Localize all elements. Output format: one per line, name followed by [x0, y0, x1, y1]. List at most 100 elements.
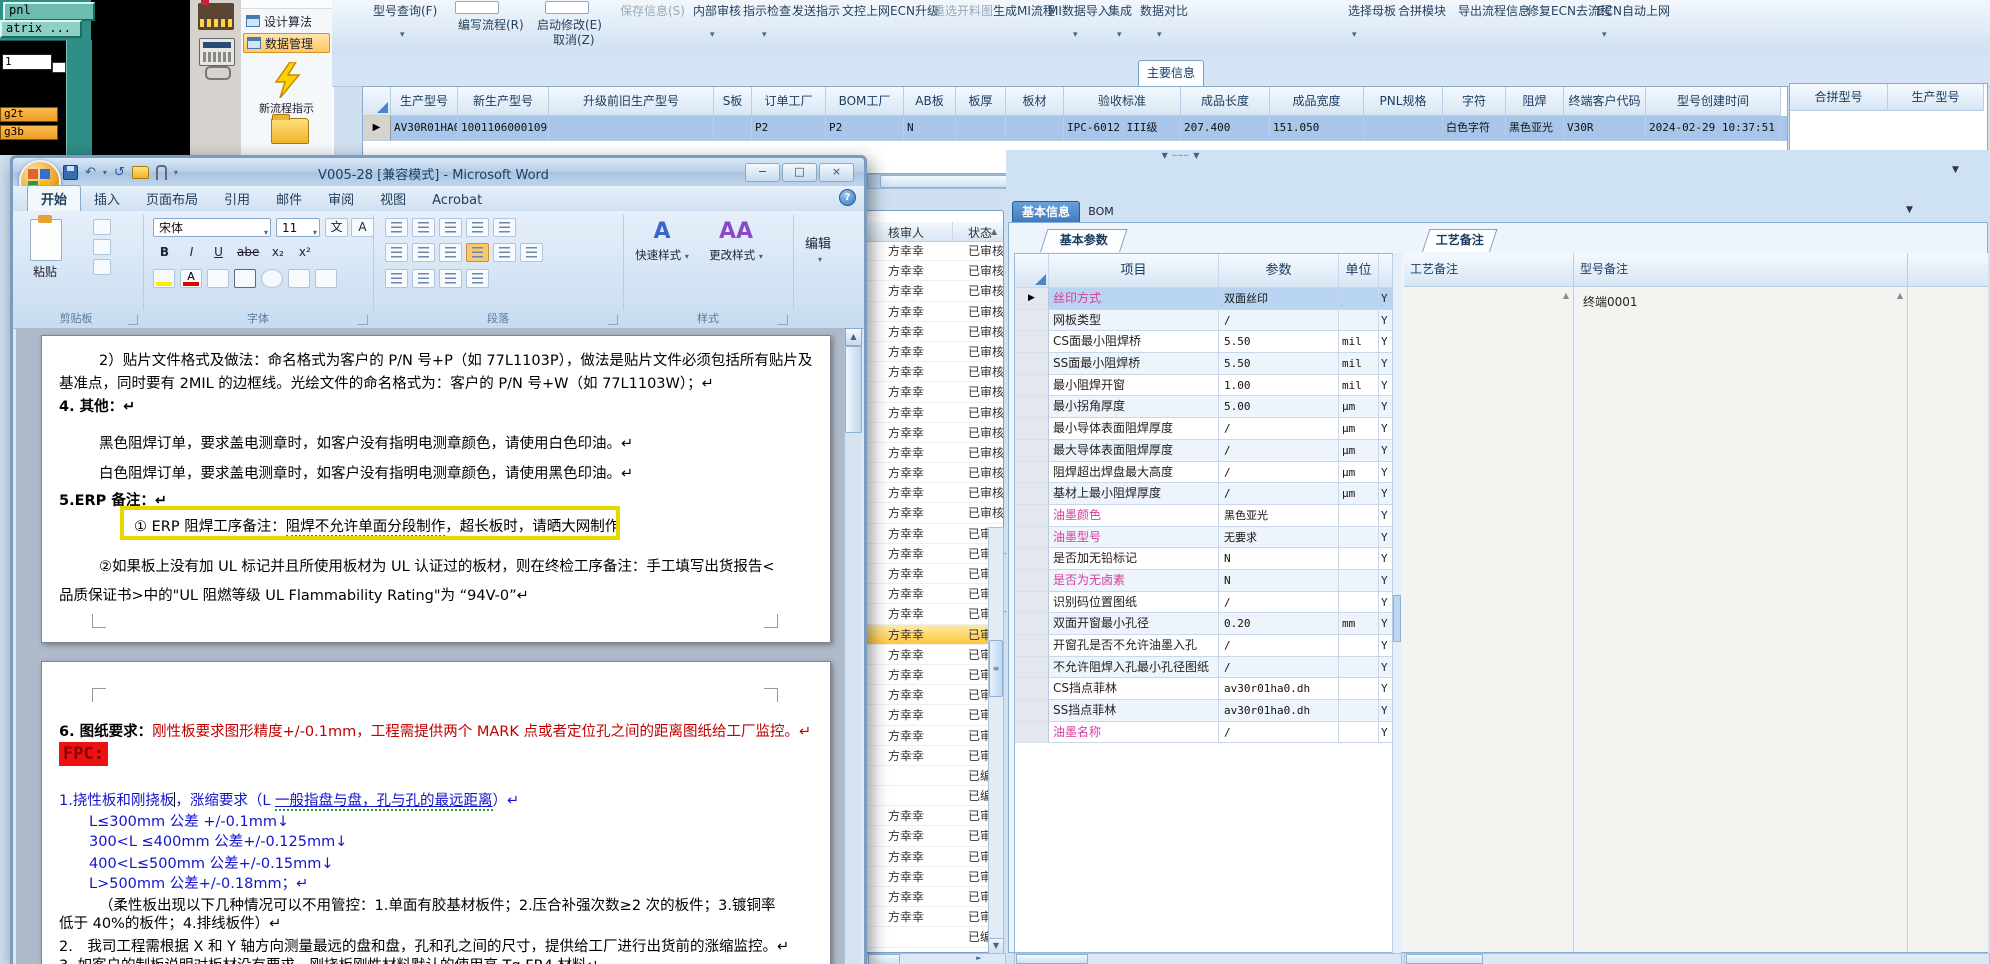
remarks-hscrollbar[interactable]: [1404, 953, 1990, 964]
param-value-cell[interactable]: /: [1219, 635, 1339, 657]
params-row-selector[interactable]: [1015, 353, 1049, 375]
dropdown-arrow-icon[interactable]: ▼: [1952, 165, 1959, 175]
word-vscrollbar-thumb[interactable]: [845, 346, 862, 433]
character-border-button[interactable]: [234, 269, 256, 288]
param-value-cell[interactable]: /: [1219, 309, 1339, 332]
grid-cell[interactable]: 2024-02-29 10:37:51: [1646, 116, 1781, 141]
ribbon-tab[interactable]: 审阅: [315, 186, 367, 211]
params-table-row[interactable]: SS面最小阻焊桥 5.50 mil Y: [1015, 353, 1399, 375]
grid-cell[interactable]: P2: [752, 116, 826, 141]
status-column-header[interactable]: 状态: [968, 224, 992, 241]
grid-column-header[interactable]: 阻焊: [1506, 87, 1564, 116]
param-item-cell[interactable]: 油墨颜色: [1049, 504, 1219, 527]
help-icon[interactable]: ?: [839, 189, 856, 206]
review-vscrollbar-thumb[interactable]: ≡: [989, 640, 1003, 697]
param-value-cell[interactable]: 5.00: [1219, 396, 1339, 419]
ribbon-tab[interactable]: 视图: [367, 186, 419, 211]
review-list-item[interactable]: 方幸幸 已审核: [867, 362, 1003, 383]
grow-font-button[interactable]: [288, 269, 310, 288]
change-styles-button[interactable]: AA 更改样式 ▾: [705, 217, 767, 275]
grid-cell[interactable]: 白色字符: [1443, 116, 1506, 141]
review-list-item[interactable]: 方幸幸 已审核: [867, 584, 1003, 605]
param-value-cell[interactable]: N: [1219, 569, 1339, 592]
document-page-2[interactable]: 6. 图纸要求：刚性板要求图形精度+/-0.1mm，工程需提供两个 MARK 点…: [41, 661, 831, 964]
param-value-cell[interactable]: 无要求: [1219, 526, 1339, 549]
font-size-combo[interactable]: 11 ▾: [276, 218, 320, 237]
grid-cell[interactable]: [1364, 116, 1443, 141]
dropdown-arrow-icon[interactable]: ▾: [1352, 30, 1357, 40]
grid-cell[interactable]: IPC-6012 III级: [1064, 116, 1181, 141]
params-row-selector[interactable]: [1015, 331, 1049, 354]
align-left-button[interactable]: [385, 243, 408, 262]
toolbar-button[interactable]: 发送指示: [792, 2, 840, 19]
params-row-selector[interactable]: [1015, 700, 1049, 722]
legacy-input[interactable]: 1: [2, 54, 52, 70]
param-value-cell[interactable]: /: [1219, 656, 1339, 679]
params-item-header[interactable]: 项目: [1049, 254, 1219, 288]
font-style-button[interactable]: B: [153, 243, 176, 262]
grid-column-header[interactable]: 终端客户代码: [1564, 87, 1646, 116]
toolbar-input-1[interactable]: [455, 1, 499, 14]
review-list-item[interactable]: 方幸幸 已审核: [867, 241, 1003, 262]
review-list-item[interactable]: 方幸幸 已审核: [867, 887, 1003, 908]
pnl-button[interactable]: pnl: [3, 2, 95, 21]
grid-cell[interactable]: 10011060001096: [458, 116, 549, 141]
quick-styles-button[interactable]: A 快速样式 ▾: [631, 217, 693, 275]
review-list-item[interactable]: 方幸幸 已审核: [867, 483, 1003, 504]
param-value-cell[interactable]: av30r01ha0.dh: [1219, 700, 1339, 722]
param-item-cell[interactable]: 识别码位置图纸: [1049, 591, 1219, 614]
font-tool-button[interactable]: A: [351, 218, 374, 237]
grid-cell[interactable]: 207.400: [1181, 116, 1270, 141]
review-list-item[interactable]: 方幸幸 已审核: [867, 948, 1003, 952]
nav-menu-item[interactable]: 数据管理: [243, 33, 330, 53]
show-marks-button[interactable]: [466, 269, 489, 288]
dropdown-arrow-icon[interactable]: ▾: [400, 30, 405, 40]
grid-cell[interactable]: 151.050: [1270, 116, 1364, 141]
params-table-row[interactable]: 不允许阻焊入孔最小孔径图纸 / Y: [1015, 656, 1399, 679]
param-value-cell[interactable]: 5.50: [1219, 331, 1339, 354]
minimize-button[interactable]: −: [745, 163, 780, 182]
align-right-button[interactable]: [439, 243, 462, 262]
review-list-item[interactable]: 已编写: [867, 786, 1003, 807]
ribbon-tab[interactable]: 页面布局: [133, 186, 211, 211]
review-list-item[interactable]: 已编写: [867, 766, 1003, 787]
review-scroll-down-icon[interactable]: ▼: [988, 938, 1004, 954]
grid-cell[interactable]: N: [904, 116, 956, 141]
grid-column-header[interactable]: 验收标准: [1064, 87, 1181, 116]
param-item-cell[interactable]: 是否加无铅标记: [1049, 548, 1219, 570]
review-list-item[interactable]: 方幸幸 已审核: [867, 665, 1003, 686]
toolbar-button[interactable]: 重选开料图: [933, 2, 993, 19]
font-tool-button[interactable]: 文: [325, 218, 348, 237]
review-list-item[interactable]: 方幸幸 已审核: [867, 423, 1003, 443]
font-style-button[interactable]: x₂: [266, 243, 289, 262]
review-list-item[interactable]: 方幸幸 已审核: [867, 544, 1003, 564]
undo-dropdown-icon[interactable]: ▾: [103, 168, 107, 177]
nav-item-partial[interactable]: [241, 0, 332, 9]
cut-icon[interactable]: [93, 219, 111, 235]
param-value-cell[interactable]: 1.00: [1219, 374, 1339, 397]
param-value-cell[interactable]: av30r01ha0.dh: [1219, 678, 1339, 701]
param-value-cell[interactable]: 双面丝印: [1219, 288, 1339, 310]
params-row-selector[interactable]: [1015, 526, 1049, 549]
param-item-cell[interactable]: 基材上最小阻焊厚度: [1049, 483, 1219, 505]
folder-icon[interactable]: [271, 114, 309, 144]
params-table-row[interactable]: 最小导体表面阻焊厚度 / μm Y: [1015, 418, 1399, 440]
param-item-cell[interactable]: 开窗孔是否不允许油墨入孔: [1049, 635, 1219, 657]
ribbon-tab[interactable]: Acrobat: [419, 190, 495, 211]
ribbon-tab[interactable]: 邮件: [263, 186, 315, 211]
params-row-selector[interactable]: [1015, 461, 1049, 484]
review-list-item[interactable]: 方幸幸 已审核: [867, 826, 1003, 847]
params-unit-header[interactable]: 单位: [1339, 254, 1379, 288]
param-item-cell[interactable]: CS面最小阻焊桥: [1049, 331, 1219, 354]
toolbar-button[interactable]: 集成: [1108, 2, 1132, 19]
review-list-item[interactable]: 方幸幸 已审核: [867, 604, 1003, 625]
dropdown-arrow-icon[interactable]: ▾: [1117, 30, 1122, 40]
dropdown-arrow-icon[interactable]: ▾: [762, 30, 767, 40]
params-row-selector[interactable]: [1015, 591, 1049, 614]
param-item-cell[interactable]: 网板类型: [1049, 309, 1219, 332]
numbering-button[interactable]: [412, 218, 435, 237]
params-row-selector[interactable]: [1015, 418, 1049, 440]
line-spacing-button[interactable]: [520, 243, 543, 262]
word-titlebar[interactable]: ↶ ▾ ↺ ▾ V005-28 [兼容模式] - Microsoft Word …: [13, 158, 864, 202]
params-row-selector[interactable]: [1015, 504, 1049, 527]
